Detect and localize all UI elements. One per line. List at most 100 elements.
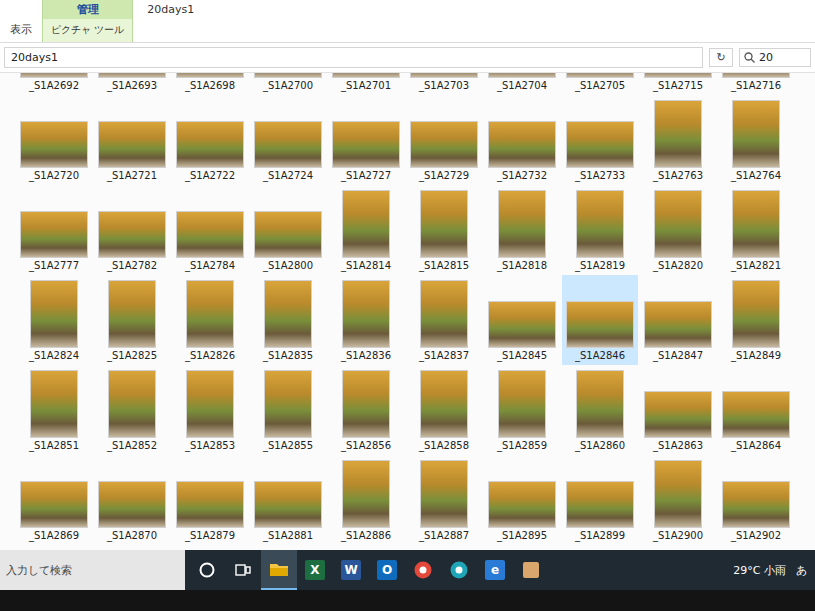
file-item[interactable]: _S1A2729 (406, 95, 482, 185)
file-item[interactable]: _S1A2704 (484, 73, 560, 95)
file-item[interactable]: _S1A2881 (250, 455, 326, 545)
taskbar-app[interactable] (261, 550, 297, 590)
file-item[interactable]: _S1A2815 (406, 185, 482, 275)
file-item[interactable]: _S1A2846 (562, 275, 638, 365)
taskbar-app[interactable] (225, 550, 261, 590)
file-item[interactable]: _S1A2826 (172, 275, 248, 365)
thumbnail-frame (99, 189, 165, 257)
file-item[interactable]: _S1A2693 (94, 73, 170, 95)
ime-indicator[interactable]: あ (796, 563, 807, 578)
file-item[interactable]: _S1A2721 (94, 95, 170, 185)
file-item[interactable]: _S1A2825 (94, 275, 170, 365)
thumbnail-grid: _S1A2692_S1A2693_S1A2698_S1A2700_S1A2701… (0, 73, 815, 545)
file-item[interactable]: _S1A2895 (484, 455, 560, 545)
file-item[interactable]: _S1A2700 (250, 73, 326, 95)
ribbon-tab[interactable]: 管理 (43, 0, 132, 19)
task-view-icon (234, 561, 252, 579)
file-item[interactable]: _S1A2782 (94, 185, 170, 275)
file-item[interactable]: _S1A2784 (172, 185, 248, 275)
file-item[interactable]: _S1A2835 (250, 275, 326, 365)
file-name: _S1A2819 (575, 260, 625, 271)
file-item[interactable]: _S1A2715 (640, 73, 716, 95)
file-item[interactable]: _S1A2732 (484, 95, 560, 185)
taskbar-app[interactable] (513, 550, 549, 590)
file-item[interactable]: _S1A2902 (718, 455, 794, 545)
photo-thumbnail (265, 371, 311, 437)
file-item[interactable]: _S1A2818 (484, 185, 560, 275)
thumbnail-frame (31, 369, 77, 437)
thumbnail-frame (343, 189, 389, 257)
context-tab-group: 管理ピクチャ ツール (42, 0, 133, 42)
file-item[interactable]: _S1A2886 (328, 455, 404, 545)
file-item[interactable]: _S1A2852 (94, 365, 170, 455)
file-item[interactable]: _S1A2814 (328, 185, 404, 275)
photo-thumbnail (489, 122, 555, 167)
file-item[interactable]: _S1A2900 (640, 455, 716, 545)
file-item[interactable]: _S1A2870 (94, 455, 170, 545)
taskbar-app[interactable]: e (477, 550, 513, 590)
photo-thumbnail (21, 212, 87, 257)
file-item[interactable]: _S1A2845 (484, 275, 560, 365)
file-item[interactable]: _S1A2701 (328, 73, 404, 95)
file-item[interactable]: _S1A2855 (250, 365, 326, 455)
taskbar-search[interactable]: 入力して検索 (0, 550, 185, 590)
thumbnail-frame (177, 99, 243, 167)
taskbar-app[interactable] (441, 550, 477, 590)
file-item[interactable]: _S1A2837 (406, 275, 482, 365)
file-item[interactable]: _S1A2800 (250, 185, 326, 275)
taskbar-app[interactable]: O (369, 550, 405, 590)
app-icon-holder (449, 560, 469, 580)
file-item[interactable]: _S1A2733 (562, 95, 638, 185)
file-name: _S1A2869 (29, 530, 79, 541)
file-item[interactable]: _S1A2821 (718, 185, 794, 275)
taskbar-app[interactable] (405, 550, 441, 590)
file-item[interactable]: _S1A2764 (718, 95, 794, 185)
file-item[interactable]: _S1A2716 (718, 73, 794, 95)
refresh-button[interactable]: ↻ (709, 48, 733, 67)
file-item[interactable]: _S1A2859 (484, 365, 560, 455)
file-name: _S1A2705 (575, 80, 625, 91)
ribbon-tab[interactable]: 表示 (0, 0, 42, 42)
file-item[interactable]: _S1A2724 (250, 95, 326, 185)
file-item[interactable]: _S1A2824 (16, 275, 92, 365)
thumbnail-frame (333, 73, 399, 77)
file-item[interactable]: _S1A2763 (640, 95, 716, 185)
file-item[interactable]: _S1A2851 (16, 365, 92, 455)
weather[interactable]: 29°C 小雨 (733, 563, 786, 578)
file-item[interactable]: _S1A2869 (16, 455, 92, 545)
file-item[interactable]: _S1A2836 (328, 275, 404, 365)
file-item[interactable]: _S1A2705 (562, 73, 638, 95)
file-item[interactable]: _S1A2720 (16, 95, 92, 185)
file-item[interactable]: _S1A2820 (640, 185, 716, 275)
taskbar-app[interactable] (189, 550, 225, 590)
file-item[interactable]: _S1A2899 (562, 455, 638, 545)
file-item[interactable]: _S1A2703 (406, 73, 482, 95)
file-item[interactable]: _S1A2853 (172, 365, 248, 455)
file-item[interactable]: _S1A2887 (406, 455, 482, 545)
taskbar-app[interactable]: W (333, 550, 369, 590)
photo-thumbnail (645, 73, 711, 77)
file-item[interactable]: _S1A2879 (172, 455, 248, 545)
search-box[interactable]: 20 (739, 48, 811, 67)
file-item[interactable]: _S1A2727 (328, 95, 404, 185)
thumbnail-frame (577, 189, 623, 257)
file-item[interactable]: _S1A2819 (562, 185, 638, 275)
file-item[interactable]: _S1A2864 (718, 365, 794, 455)
file-item[interactable]: _S1A2863 (640, 365, 716, 455)
file-item[interactable]: _S1A2847 (640, 275, 716, 365)
file-item[interactable]: _S1A2849 (718, 275, 794, 365)
file-item[interactable]: _S1A2860 (562, 365, 638, 455)
folder-icon (269, 560, 289, 578)
file-item[interactable]: _S1A2777 (16, 185, 92, 275)
file-item[interactable]: _S1A2858 (406, 365, 482, 455)
thumbnail-frame (645, 369, 711, 437)
file-name: _S1A2722 (185, 170, 235, 181)
taskbar-app[interactable]: X (297, 550, 333, 590)
file-item[interactable]: _S1A2856 (328, 365, 404, 455)
file-item[interactable]: _S1A2698 (172, 73, 248, 95)
file-item[interactable]: _S1A2692 (16, 73, 92, 95)
address-bar[interactable]: 20days1 (4, 47, 703, 68)
file-name: _S1A2820 (653, 260, 703, 271)
thumbnail-frame (255, 73, 321, 77)
file-item[interactable]: _S1A2722 (172, 95, 248, 185)
